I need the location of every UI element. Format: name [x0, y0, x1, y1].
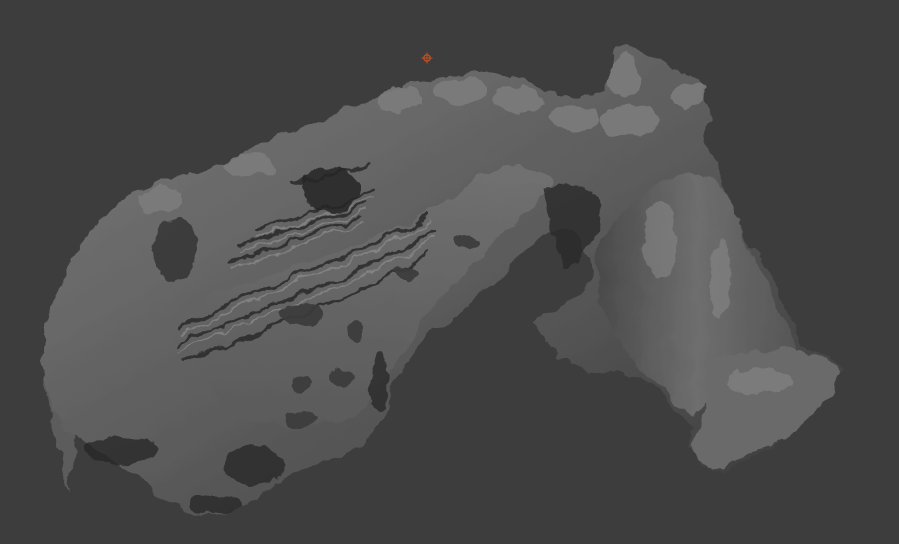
terrain-mesh[interactable] [0, 0, 899, 544]
mesh-dark-hollow-left [153, 220, 197, 280]
object-origin-icon [421, 52, 433, 64]
3d-viewport[interactable] [0, 0, 899, 544]
mesh-dark-hollow [302, 168, 358, 212]
